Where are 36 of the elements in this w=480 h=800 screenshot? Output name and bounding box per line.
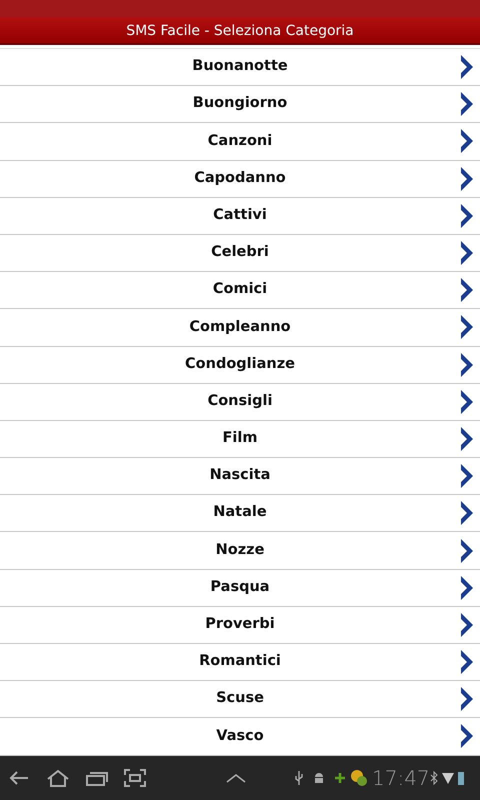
wifi-icon bbox=[442, 772, 454, 784]
chevron-icon bbox=[460, 686, 474, 712]
chevron-icon bbox=[460, 649, 474, 676]
home-icon[interactable] bbox=[46, 768, 70, 787]
chevron-icon bbox=[460, 128, 474, 154]
chevron-icon bbox=[460, 240, 474, 266]
usb-icon bbox=[294, 770, 304, 786]
chevron-icon bbox=[460, 91, 474, 118]
battery-icon bbox=[458, 770, 464, 785]
chevron-icon bbox=[460, 314, 474, 340]
recent-apps-icon[interactable] bbox=[86, 770, 108, 786]
chevron-icon bbox=[460, 612, 474, 638]
chevron-icon bbox=[460, 54, 474, 80]
android-icon bbox=[312, 770, 326, 785]
chevron-icon bbox=[460, 166, 474, 192]
category-item[interactable]: Pasqua bbox=[0, 570, 480, 607]
category-item[interactable]: Condoglianze bbox=[0, 346, 480, 384]
clock-time: 17:47 bbox=[372, 764, 430, 792]
plus-icon bbox=[334, 772, 346, 784]
chevron-icon bbox=[460, 463, 474, 490]
category-item[interactable]: Consigli bbox=[0, 384, 480, 421]
up-caret-icon[interactable] bbox=[226, 772, 246, 783]
chevron-icon bbox=[460, 426, 474, 452]
chevron-icon bbox=[460, 388, 474, 415]
chevron-icon bbox=[460, 202, 474, 229]
screenshot-icon[interactable] bbox=[124, 768, 146, 787]
window-title: SMS Facile - Seleziona Categoria bbox=[0, 17, 480, 45]
bluetooth-icon bbox=[430, 770, 438, 785]
chevron-icon bbox=[460, 574, 474, 601]
category-item[interactable]: Capodanno bbox=[0, 160, 480, 198]
chevron-icon bbox=[460, 352, 474, 378]
chevron-icon bbox=[460, 277, 474, 304]
back-icon[interactable] bbox=[8, 770, 30, 786]
chevron-icon bbox=[460, 538, 474, 564]
chevron-icon bbox=[460, 723, 474, 750]
chevron-icon bbox=[460, 500, 474, 526]
